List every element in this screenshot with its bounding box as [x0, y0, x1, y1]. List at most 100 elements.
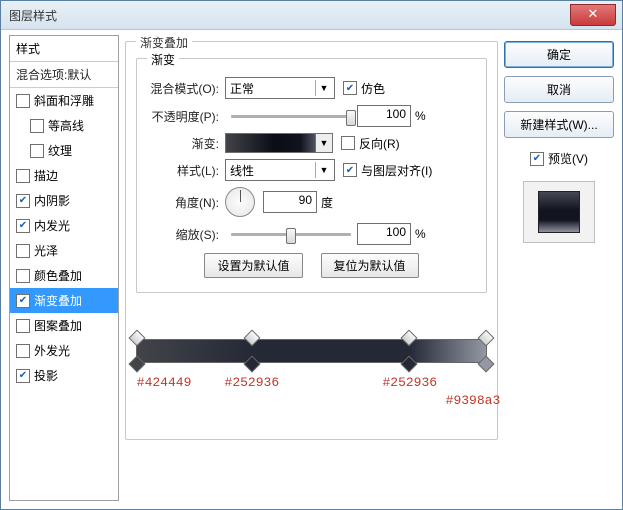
color-stop-icon[interactable]	[244, 356, 261, 373]
align-checkbox[interactable]: 与图层对齐(I)	[343, 162, 432, 179]
style-row-label: 纹理	[48, 142, 72, 159]
slider-thumb-icon[interactable]	[346, 110, 356, 126]
preview-checkbox[interactable]: 预览(V)	[504, 150, 614, 167]
styles-header[interactable]: 样式	[10, 36, 118, 62]
checkbox-icon[interactable]	[16, 269, 30, 283]
preview-swatch	[538, 191, 580, 233]
slider-thumb-icon[interactable]	[286, 228, 296, 244]
style-row[interactable]: 颜色叠加	[10, 263, 118, 288]
checkbox-icon	[341, 136, 355, 150]
gradient-picker[interactable]: ▼	[225, 133, 333, 153]
scale-slider[interactable]	[231, 233, 351, 236]
style-row[interactable]: 描边	[10, 163, 118, 188]
style-row[interactable]: 光泽	[10, 238, 118, 263]
checkbox-icon	[343, 81, 357, 95]
scale-value[interactable]: 100	[357, 223, 411, 245]
checkbox-icon[interactable]	[16, 369, 30, 383]
dither-checkbox[interactable]: 仿色	[343, 80, 385, 97]
opacity-value[interactable]: 100	[357, 105, 411, 127]
style-row[interactable]: 外发光	[10, 338, 118, 363]
checkbox-icon	[530, 152, 544, 166]
checkbox-icon[interactable]	[16, 94, 30, 108]
opacity-stop-icon[interactable]	[401, 330, 418, 347]
opacity-stop-icon[interactable]	[478, 330, 495, 347]
style-row[interactable]: 纹理	[10, 138, 118, 163]
cancel-button[interactable]: 取消	[504, 76, 614, 103]
checkbox-icon	[343, 163, 357, 177]
gradient-group: 渐变 混合模式(O): 正常 ▼ 仿色 不透明度(P):	[136, 58, 487, 293]
angle-value[interactable]: 90	[263, 191, 317, 213]
checkbox-icon[interactable]	[16, 219, 30, 233]
gradient-legend: 渐变	[147, 51, 179, 68]
new-style-button[interactable]: 新建样式(W)...	[504, 111, 614, 138]
opacity-stop-icon[interactable]	[129, 330, 146, 347]
blend-mode-select[interactable]: 正常 ▼	[225, 77, 335, 99]
opacity-label: 不透明度(P):	[147, 108, 219, 125]
style-row-label: 内发光	[34, 217, 70, 234]
checkbox-icon[interactable]	[16, 244, 30, 258]
style-row-label: 斜面和浮雕	[34, 92, 94, 109]
opacity-slider[interactable]	[231, 115, 351, 118]
color-stop-label: #252936	[382, 375, 437, 390]
style-value: 线性	[230, 162, 254, 179]
style-row[interactable]: 内发光	[10, 213, 118, 238]
style-row[interactable]: 图案叠加	[10, 313, 118, 338]
style-row-label: 外发光	[34, 342, 70, 359]
gradient-editor: #424449#252936#252936#9398a3	[136, 339, 487, 429]
reset-default-button[interactable]: 复位为默认值	[321, 253, 419, 278]
color-stop-icon[interactable]	[478, 356, 495, 373]
angle-label: 角度(N):	[147, 194, 219, 211]
preview-label: 预览(V)	[548, 150, 588, 167]
color-stop-icon[interactable]	[401, 356, 418, 373]
angle-dial[interactable]	[225, 187, 255, 217]
style-row-label: 内阴影	[34, 192, 70, 209]
reverse-checkbox[interactable]: 反向(R)	[341, 135, 400, 152]
style-row-label: 图案叠加	[34, 317, 82, 334]
blend-defaults-row[interactable]: 混合选项:默认	[10, 62, 118, 88]
chevron-down-icon: ▼	[315, 80, 332, 96]
blend-mode-value: 正常	[230, 80, 254, 97]
color-stop-label: #424449	[137, 375, 192, 390]
chevron-down-icon: ▼	[315, 162, 332, 178]
gradient-bar[interactable]	[136, 339, 487, 363]
chevron-down-icon[interactable]: ▼	[315, 134, 332, 152]
set-default-button[interactable]: 设置为默认值	[204, 253, 302, 278]
style-row[interactable]: 投影	[10, 363, 118, 388]
color-stop-label: #9398a3	[446, 393, 501, 408]
dither-label: 仿色	[361, 80, 385, 97]
checkbox-icon[interactable]	[16, 294, 30, 308]
color-stop-icon[interactable]	[129, 356, 146, 373]
preview-box	[523, 181, 595, 243]
align-label: 与图层对齐(I)	[361, 162, 432, 179]
titlebar: 图层样式 ✕	[1, 1, 622, 30]
group-legend: 渐变叠加	[136, 34, 192, 51]
color-stop-label: #252936	[225, 375, 280, 390]
right-column: 确定 取消 新建样式(W)... 预览(V)	[504, 35, 614, 501]
center-panel: 渐变叠加 渐变 混合模式(O): 正常 ▼ 仿色	[119, 35, 504, 501]
gradient-label: 渐变:	[147, 135, 219, 152]
angle-unit: 度	[321, 194, 333, 211]
style-row[interactable]: 等高线	[10, 113, 118, 138]
opacity-stop-icon[interactable]	[244, 330, 261, 347]
checkbox-icon[interactable]	[30, 119, 44, 133]
style-row-label: 颜色叠加	[34, 267, 82, 284]
reverse-label: 反向(R)	[359, 135, 400, 152]
checkbox-icon[interactable]	[30, 144, 44, 158]
styles-list: 样式 混合选项:默认 斜面和浮雕等高线纹理描边内阴影内发光光泽颜色叠加渐变叠加图…	[9, 35, 119, 501]
style-row-label: 描边	[34, 167, 58, 184]
style-row[interactable]: 内阴影	[10, 188, 118, 213]
style-row[interactable]: 斜面和浮雕	[10, 88, 118, 113]
checkbox-icon[interactable]	[16, 194, 30, 208]
checkbox-icon[interactable]	[16, 344, 30, 358]
style-row-label: 投影	[34, 367, 58, 384]
blend-mode-label: 混合模式(O):	[147, 80, 219, 97]
ok-button[interactable]: 确定	[504, 41, 614, 68]
gradient-overlay-group: 渐变叠加 渐变 混合模式(O): 正常 ▼ 仿色	[125, 41, 498, 440]
style-select[interactable]: 线性 ▼	[225, 159, 335, 181]
style-label: 样式(L):	[147, 162, 219, 179]
close-button[interactable]: ✕	[570, 4, 616, 26]
checkbox-icon[interactable]	[16, 169, 30, 183]
checkbox-icon[interactable]	[16, 319, 30, 333]
style-row-label: 光泽	[34, 242, 58, 259]
style-row[interactable]: 渐变叠加	[10, 288, 118, 313]
